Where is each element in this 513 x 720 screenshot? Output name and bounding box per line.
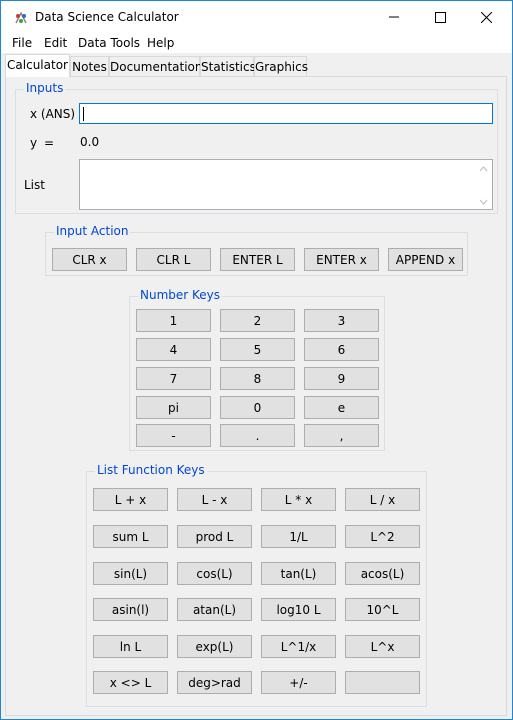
fn-negate[interactable]: +/- (261, 671, 336, 694)
fn-l-squared[interactable]: L^2 (345, 525, 420, 548)
key-minus[interactable]: - (136, 424, 211, 447)
x-input[interactable] (79, 103, 493, 124)
tab-statistics[interactable]: Statistics (200, 56, 256, 76)
fn-l-pow-x[interactable]: L^x (345, 635, 420, 658)
list-label: List (24, 178, 45, 192)
number-keys-group: Number Keys 1 2 3 4 5 6 7 8 9 pi 0 e - .… (129, 288, 385, 451)
fn-ln-l[interactable]: ln L (93, 635, 168, 658)
input-action-title: Input Action (54, 224, 131, 238)
text-caret (83, 107, 84, 121)
list-function-keys-group: List Function Keys L + x L - x L * x L /… (86, 463, 427, 707)
key-e[interactable]: e (304, 396, 379, 419)
fn-sin-l[interactable]: sin(L) (93, 562, 168, 585)
minimize-button[interactable] (371, 1, 417, 33)
fn-ten-pow-l[interactable]: 10^L (345, 598, 420, 621)
fn-l-root-x[interactable]: L^1/x (261, 635, 336, 658)
tab-calculator[interactable]: Calculator (5, 54, 70, 77)
app-window: Data Science Calculator File Edit Data T… (0, 0, 513, 720)
menu-edit[interactable]: Edit (44, 36, 67, 50)
fn-tan-l[interactable]: tan(L) (261, 562, 336, 585)
fn-prod-l[interactable]: prod L (177, 525, 252, 548)
key-8[interactable]: 8 (220, 367, 295, 390)
clr-x-button[interactable]: CLR x (52, 248, 127, 271)
y-label: y (30, 136, 38, 150)
list-function-keys-title: List Function Keys (95, 463, 207, 477)
fn-atan-l[interactable]: atan(L) (177, 598, 252, 621)
y-value: 0.0 (80, 135, 100, 149)
tab-notes[interactable]: Notes (70, 56, 109, 76)
key-comma[interactable]: , (304, 424, 379, 447)
enter-x-button[interactable]: ENTER x (304, 248, 379, 271)
minimize-icon (389, 16, 399, 18)
key-9[interactable]: 9 (304, 367, 379, 390)
fn-l-div-x[interactable]: L / x (345, 488, 420, 511)
key-1[interactable]: 1 (136, 309, 211, 332)
inputs-group-title: Inputs (24, 81, 66, 95)
tab-bar: Calculator Notes Documentation Statistic… (1, 53, 512, 77)
list-textarea[interactable] (79, 159, 493, 210)
maximize-icon (434, 11, 446, 23)
menu-help[interactable]: Help (147, 36, 174, 50)
fn-deg-to-rad[interactable]: deg>rad (177, 671, 252, 694)
fn-swap-x-l[interactable]: x <> L (93, 671, 168, 694)
key-5[interactable]: 5 (220, 338, 295, 361)
fn-cos-l[interactable]: cos(L) (177, 562, 252, 585)
x-label: x (ANS) (30, 107, 76, 121)
calculator-panel: Inputs x (ANS) y = 0.0 List Input Action… (5, 76, 507, 716)
window-title: Data Science Calculator (35, 10, 179, 24)
fn-exp-l[interactable]: exp(L) (177, 635, 252, 658)
fn-blank-button[interactable] (345, 671, 420, 694)
maximize-button[interactable] (417, 1, 463, 33)
number-keys-title: Number Keys (138, 288, 223, 302)
close-button[interactable] (463, 1, 509, 33)
enter-l-button[interactable]: ENTER L (220, 248, 295, 271)
fn-asin-l[interactable]: asin(l) (93, 598, 168, 621)
key-3[interactable]: 3 (304, 309, 379, 332)
fn-sum-l[interactable]: sum L (93, 525, 168, 548)
input-action-group: Input Action CLR x CLR L ENTER L ENTER x… (45, 224, 468, 276)
scroll-arrows-icon (479, 166, 488, 205)
fn-acos-l[interactable]: acos(L) (345, 562, 420, 585)
key-0[interactable]: 0 (220, 396, 295, 419)
menu-bar: File Edit Data Tools Help (1, 33, 512, 53)
clr-l-button[interactable]: CLR L (136, 248, 211, 271)
append-x-button[interactable]: APPEND x (388, 248, 463, 271)
key-pi[interactable]: pi (136, 396, 211, 419)
fn-log10-l[interactable]: log10 L (261, 598, 336, 621)
fn-l-plus-x[interactable]: L + x (93, 488, 168, 511)
key-decimal[interactable]: . (220, 424, 295, 447)
fn-l-times-x[interactable]: L * x (261, 488, 336, 511)
y-equals: = (44, 136, 55, 150)
menu-data-tools[interactable]: Data Tools (78, 36, 140, 50)
list-scrollbar[interactable] (475, 160, 492, 209)
key-7[interactable]: 7 (136, 367, 211, 390)
key-6[interactable]: 6 (304, 338, 379, 361)
inputs-group: Inputs x (ANS) y = 0.0 List (15, 81, 498, 214)
tab-documentation[interactable]: Documentation (109, 56, 203, 76)
key-2[interactable]: 2 (220, 309, 295, 332)
fn-l-minus-x[interactable]: L - x (177, 488, 252, 511)
title-bar: Data Science Calculator (1, 1, 512, 33)
app-icon (13, 10, 29, 26)
fn-reciprocal-l[interactable]: 1/L (261, 525, 336, 548)
menu-file[interactable]: File (12, 36, 32, 50)
close-icon (480, 11, 492, 23)
key-4[interactable]: 4 (136, 338, 211, 361)
tab-graphics[interactable]: Graphics (254, 56, 308, 76)
